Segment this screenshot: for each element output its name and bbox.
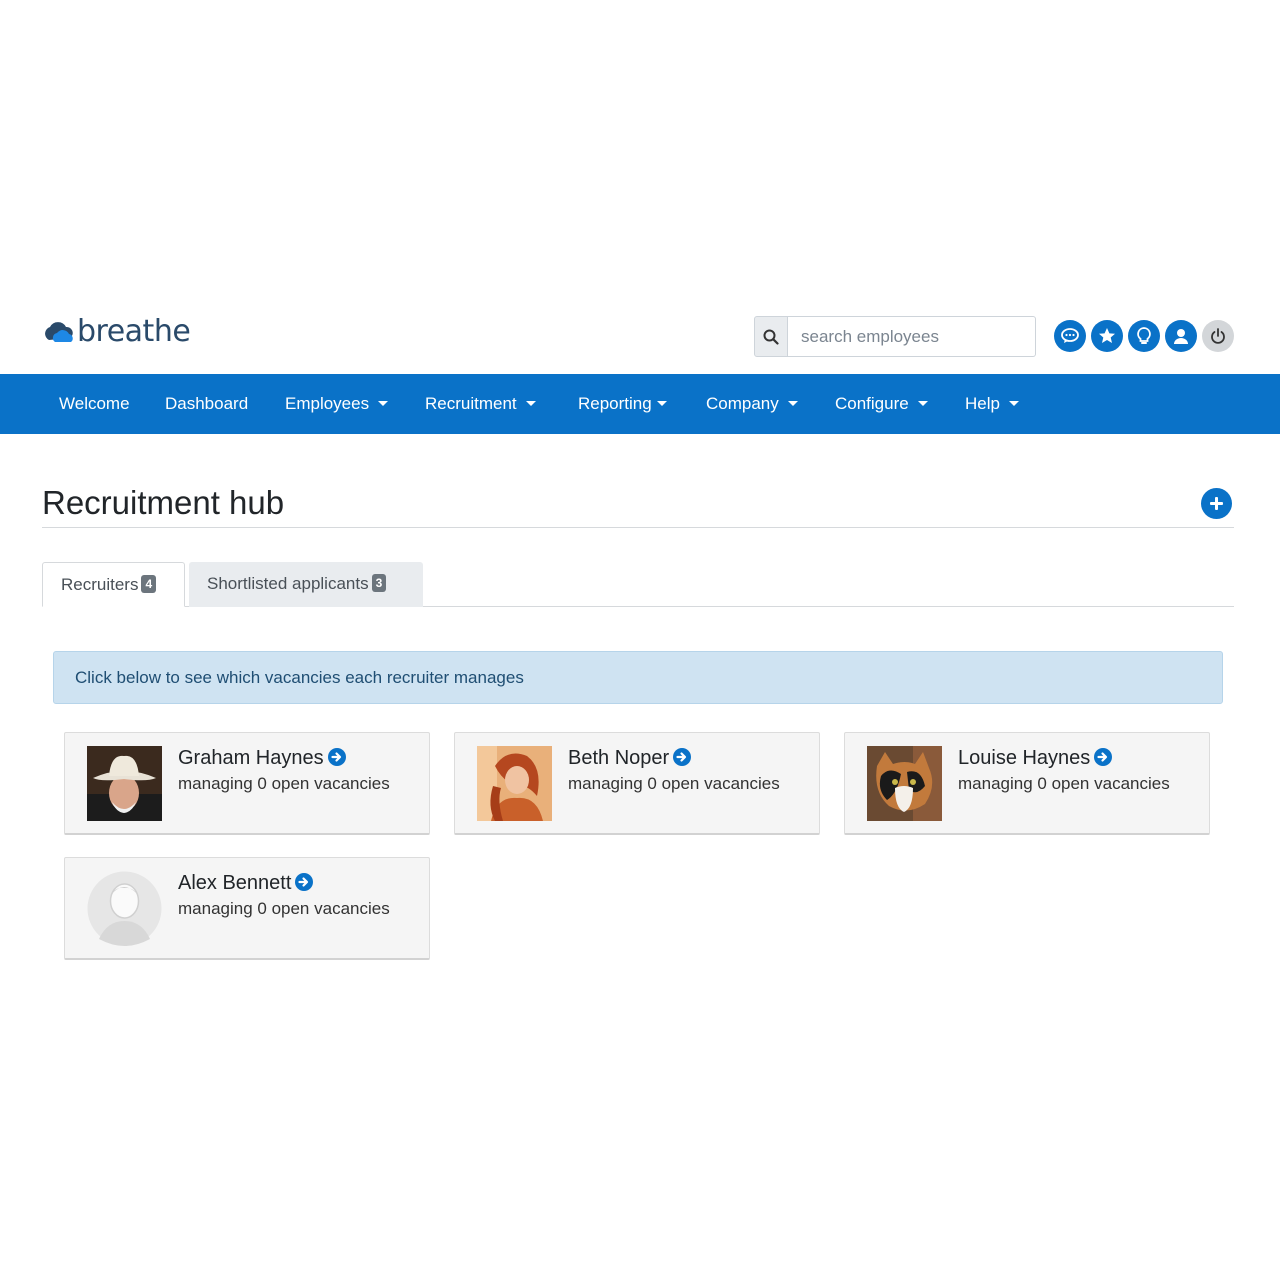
search-input[interactable] <box>788 316 1036 357</box>
recruiter-name-text: Beth Noper <box>568 747 670 769</box>
nav-label: Configure <box>835 394 909 413</box>
chat-icon[interactable] <box>1054 320 1086 352</box>
nav-label: Company <box>706 394 779 413</box>
nav-label: Help <box>965 394 1000 413</box>
arrow-circle-right-icon[interactable] <box>1094 747 1113 766</box>
nav-help[interactable]: Help <box>965 374 1019 434</box>
vacancy-count: managing 0 open vacancies <box>178 899 390 918</box>
add-icon[interactable] <box>1201 488 1232 519</box>
recruiter-name-text: Alex Bennett <box>178 872 292 894</box>
logo-text: breathe <box>77 314 191 349</box>
user-icon[interactable] <box>1165 320 1197 352</box>
recruiter-name-text: Graham Haynes <box>178 747 324 769</box>
nav-label: Reporting <box>578 394 652 413</box>
nav-company[interactable]: Company <box>706 374 798 434</box>
tab-label: Shortlisted applicants <box>207 574 369 593</box>
recruiter-name: Graham Haynes <box>178 747 346 770</box>
recruiter-name-text: Louise Haynes <box>958 747 1091 769</box>
nav-label: Dashboard <box>165 394 249 413</box>
caret-down-icon <box>1008 400 1019 406</box>
recruiter-card[interactable]: Beth Noper managing 0 open vacancies <box>454 732 820 835</box>
recruiter-name: Louise Haynes <box>958 747 1113 770</box>
avatar <box>867 746 942 821</box>
app-header: breathe <box>0 300 1280 374</box>
vacancy-count: managing 0 open vacancies <box>958 774 1170 793</box>
nav-dashboard[interactable]: Dashboard <box>165 374 248 434</box>
lightbulb-icon[interactable] <box>1128 320 1160 352</box>
count-badge: 4 <box>141 575 157 594</box>
recruiter-name: Beth Noper <box>568 747 692 770</box>
employee-search <box>754 316 1036 357</box>
tab-label: Recruiters <box>61 575 139 594</box>
nav-employees[interactable]: Employees <box>285 374 389 434</box>
count-badge: 3 <box>371 574 387 593</box>
nav-reporting[interactable]: Reporting <box>578 374 667 434</box>
avatar <box>87 746 162 821</box>
breathe-logo[interactable]: breathe <box>41 314 191 349</box>
title-divider <box>42 527 1234 528</box>
search-button[interactable] <box>754 316 788 357</box>
nav-recruitment[interactable]: Recruitment <box>425 374 536 434</box>
nav-welcome[interactable]: Welcome <box>59 374 130 434</box>
arrow-circle-right-icon[interactable] <box>295 872 314 891</box>
recruiter-card[interactable]: Louise Haynes managing 0 open vacancies <box>844 732 1210 835</box>
default-avatar-icon <box>87 871 162 946</box>
caret-down-icon <box>378 400 389 406</box>
nav-configure[interactable]: Configure <box>835 374 928 434</box>
nav-label: Recruitment <box>425 394 517 413</box>
recruiter-name: Alex Bennett <box>178 872 314 895</box>
star-icon[interactable] <box>1091 320 1123 352</box>
tab-shortlisted-applicants[interactable]: Shortlisted applicants 3 <box>189 562 423 607</box>
nav-label: Employees <box>285 394 370 413</box>
vacancy-count: managing 0 open vacancies <box>178 774 390 793</box>
avatar <box>477 746 552 821</box>
caret-down-icon <box>525 400 536 406</box>
caret-down-icon <box>787 400 798 406</box>
vacancy-count: managing 0 open vacancies <box>568 774 780 793</box>
nav-label: Welcome <box>59 394 130 413</box>
search-icon <box>763 329 779 345</box>
main-navbar: Welcome Dashboard Employees Recruitment … <box>0 374 1280 434</box>
caret-down-icon <box>917 400 928 406</box>
info-alert: Click below to see which vacancies each … <box>53 651 1223 704</box>
arrow-circle-right-icon[interactable] <box>673 747 692 766</box>
recruiter-card[interactable]: Graham Haynes managing 0 open vacancies <box>64 732 430 835</box>
page-title: Recruitment hub <box>42 484 285 521</box>
tab-recruiters[interactable]: Recruiters 4 <box>42 562 185 607</box>
arrow-circle-right-icon[interactable] <box>327 747 346 766</box>
caret-down-icon <box>656 400 667 406</box>
cloud-logo-icon <box>45 321 73 342</box>
top-icon-bar <box>1054 320 1234 352</box>
power-icon[interactable] <box>1202 320 1234 352</box>
recruiter-card[interactable]: Alex Bennett managing 0 open vacancies <box>64 857 430 960</box>
